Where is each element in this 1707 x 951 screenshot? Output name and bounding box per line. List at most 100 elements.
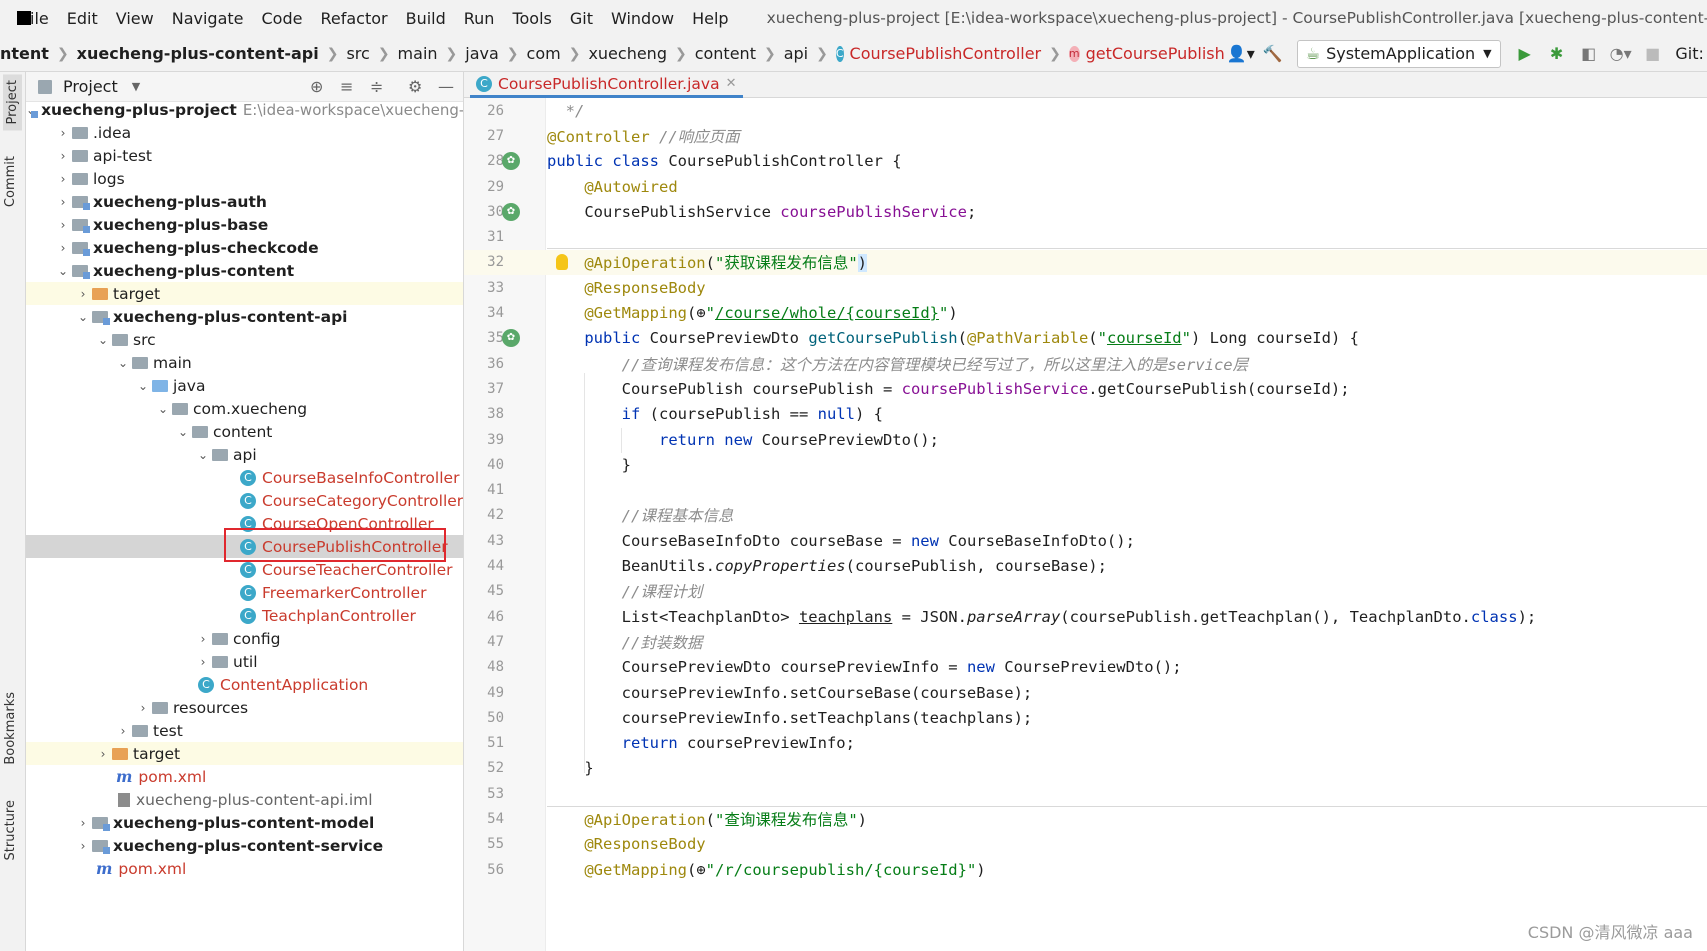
tree-item-checkcode[interactable]: › xuecheng-plus-checkcode xyxy=(26,236,463,259)
chevron-down-icon[interactable]: ⌄ xyxy=(134,379,152,393)
breadcrumb-content-api[interactable]: xuecheng-plus-content-api xyxy=(77,44,319,63)
coverage-icon[interactable]: ◧ xyxy=(1576,41,1602,67)
code-editor[interactable]: 26 */ 27 @Controller //响应页面 28 ✿ public cla… xyxy=(464,98,1707,951)
tree-item-resources[interactable]: › resources xyxy=(26,696,463,719)
request-mapping-icon[interactable]: ✿ xyxy=(502,329,520,348)
tree-item-target-2[interactable]: › target xyxy=(26,742,463,765)
tree-item-src[interactable]: ⌄ src xyxy=(26,328,463,351)
breadcrumb-method[interactable]: getCoursePublish xyxy=(1086,44,1225,63)
tree-item-pom-api[interactable]: m pom.xml xyxy=(26,765,463,788)
chevron-right-icon[interactable]: › xyxy=(54,149,72,163)
menu-run[interactable]: Run xyxy=(464,9,495,28)
chevron-right-icon[interactable]: › xyxy=(54,195,72,209)
tree-item-content-api[interactable]: ⌄ xuecheng-plus-content-api xyxy=(26,305,463,328)
tree-item-project-root[interactable]: ⌄ xuecheng-plus-project E:\idea-workspace\… xyxy=(26,98,463,121)
breadcrumb-content[interactable]: content xyxy=(695,44,756,63)
breadcrumb-main[interactable]: main xyxy=(398,44,438,63)
chevron-down-icon[interactable]: ⌄ xyxy=(74,310,92,324)
tree-item-coursecategory[interactable]: C CourseCategoryController xyxy=(26,489,463,512)
breadcrumb-com[interactable]: com xyxy=(527,44,561,63)
tree-item-contentapplication[interactable]: C ContentApplication xyxy=(26,673,463,696)
menu-navigate[interactable]: Navigate xyxy=(172,9,244,28)
build-hammer-icon[interactable]: 🔨 xyxy=(1260,41,1286,67)
profile-icon[interactable]: ◔▾ xyxy=(1608,41,1634,67)
side-tab-bookmarks[interactable]: Bookmarks xyxy=(3,692,18,765)
side-tab-structure[interactable]: Structure xyxy=(3,800,18,860)
tree-item-content-model[interactable]: › xuecheng-plus-content-model xyxy=(26,811,463,834)
chevron-down-icon[interactable]: ⌄ xyxy=(154,402,172,416)
menu-edit[interactable]: Edit xyxy=(67,9,98,28)
expand-all-icon[interactable]: ≡ xyxy=(340,77,353,96)
menu-help[interactable]: Help xyxy=(692,9,728,28)
run-icon[interactable]: ▶ xyxy=(1512,41,1538,67)
tree-item-target[interactable]: › target xyxy=(26,282,463,305)
chevron-right-icon[interactable]: › xyxy=(54,241,72,255)
tree-item-com-xuecheng[interactable]: ⌄ com.xuecheng xyxy=(26,397,463,420)
tree-item-content-service[interactable]: › xuecheng-plus-content-service xyxy=(26,834,463,857)
chevron-down-icon[interactable]: ⌄ xyxy=(194,448,212,462)
chevron-right-icon[interactable]: › xyxy=(54,172,72,186)
tree-item-teachplan[interactable]: C TeachplanController xyxy=(26,604,463,627)
tree-item-config[interactable]: › config xyxy=(26,627,463,650)
tree-item-logs[interactable]: › logs xyxy=(26,167,463,190)
tree-item-java[interactable]: ⌄ java xyxy=(26,374,463,397)
chevron-right-icon[interactable]: › xyxy=(134,701,152,715)
chevron-down-icon[interactable]: ▼ xyxy=(132,80,140,93)
close-icon[interactable]: ✕ xyxy=(726,76,737,91)
chevron-right-icon[interactable]: › xyxy=(194,632,212,646)
menu-refactor[interactable]: Refactor xyxy=(320,9,387,28)
chevron-right-icon[interactable]: › xyxy=(74,839,92,853)
spring-autowire-icon[interactable]: ✿ xyxy=(502,202,520,221)
chevron-right-icon[interactable]: › xyxy=(74,287,92,301)
breadcrumb-java[interactable]: java xyxy=(465,44,499,63)
chevron-down-icon[interactable]: ⌄ xyxy=(174,425,192,439)
locate-icon[interactable]: ⊕ xyxy=(310,77,323,96)
chevron-down-icon[interactable]: ⌄ xyxy=(114,356,132,370)
menu-tools[interactable]: Tools xyxy=(512,9,551,28)
chevron-right-icon[interactable]: › xyxy=(114,724,132,738)
chevron-right-icon[interactable]: › xyxy=(194,655,212,669)
breadcrumb-src[interactable]: src xyxy=(346,44,369,63)
stop-icon[interactable]: ■ xyxy=(1640,41,1666,67)
chevron-down-icon[interactable]: ⌄ xyxy=(94,333,112,347)
tree-item-test[interactable]: › test xyxy=(26,719,463,742)
tree-item-pom-content[interactable]: m pom.xml xyxy=(26,857,463,880)
tree-item-iml[interactable]: xuecheng-plus-content-api.iml xyxy=(26,788,463,811)
tree-item-idea[interactable]: › .idea xyxy=(26,121,463,144)
chevron-right-icon[interactable]: › xyxy=(74,816,92,830)
spring-bean-icon[interactable]: ✿ xyxy=(502,152,520,171)
menu-window[interactable]: Window xyxy=(611,9,674,28)
tree-item-coursebaseinfo[interactable]: C CourseBaseInfoController xyxy=(26,466,463,489)
project-panel-title[interactable]: Project xyxy=(63,77,118,96)
globe-icon[interactable]: ⊕ xyxy=(696,861,705,879)
tab-coursepublishcontroller[interactable]: C CoursePublishController.java ✕ xyxy=(470,72,743,98)
breadcrumb-api[interactable]: api xyxy=(784,44,808,63)
chevron-right-icon[interactable]: › xyxy=(54,218,72,232)
globe-icon[interactable]: ⊕ xyxy=(696,304,705,322)
menu-view[interactable]: View xyxy=(116,9,154,28)
tree-item-main[interactable]: ⌄ main xyxy=(26,351,463,374)
run-configuration-select[interactable]: ☕ SystemApplication ▼ xyxy=(1296,39,1501,68)
breadcrumb-class[interactable]: CoursePublishController xyxy=(850,44,1042,63)
menu-code[interactable]: Code xyxy=(262,9,303,28)
breadcrumb-module[interactable]: ntent xyxy=(0,44,49,63)
side-tab-commit[interactable]: Commit xyxy=(3,156,18,207)
debug-icon[interactable]: ✱ xyxy=(1544,41,1570,67)
tree-item-content-pkg[interactable]: ⌄ content xyxy=(26,420,463,443)
user-icon[interactable]: 👤▾ xyxy=(1227,41,1255,67)
gear-icon[interactable]: ⚙ xyxy=(408,77,422,96)
chevron-right-icon[interactable]: › xyxy=(94,747,112,761)
menu-build[interactable]: Build xyxy=(406,9,446,28)
chevron-down-icon[interactable]: ⌄ xyxy=(54,264,72,278)
tree-item-content[interactable]: ⌄ xuecheng-plus-content xyxy=(26,259,463,282)
tree-item-freemarker[interactable]: C FreemarkerController xyxy=(26,581,463,604)
collapse-all-icon[interactable]: ≑ xyxy=(370,77,383,96)
tree-item-api-test[interactable]: › api-test xyxy=(26,144,463,167)
tree-item-util[interactable]: › util xyxy=(26,650,463,673)
chevron-right-icon[interactable]: › xyxy=(54,126,72,140)
tree-item-auth[interactable]: › xuecheng-plus-auth xyxy=(26,190,463,213)
menu-git[interactable]: Git xyxy=(570,9,593,28)
hide-icon[interactable]: — xyxy=(438,77,454,96)
tree-item-base[interactable]: › xuecheng-plus-base xyxy=(26,213,463,236)
breadcrumb-xuecheng[interactable]: xuecheng xyxy=(588,44,667,63)
